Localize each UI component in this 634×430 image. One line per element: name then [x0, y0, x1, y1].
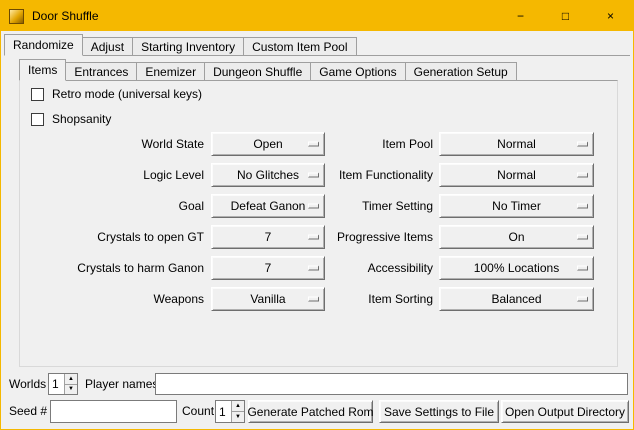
goal-dropdown[interactable]: Defeat Ganon	[211, 194, 325, 218]
minimize-button[interactable]: −	[498, 1, 543, 31]
item-sorting-dropdown[interactable]: Balanced	[439, 287, 594, 311]
count-spinner[interactable]: ▲ ▼	[215, 400, 245, 423]
accessibility-label: Accessibility	[319, 256, 433, 280]
generate-patched-rom-button[interactable]: Generate Patched Rom	[248, 400, 373, 423]
count-spin-up-button[interactable]: ▲	[231, 401, 244, 411]
dropdown-value: Normal	[497, 168, 536, 182]
worlds-spin-up-button[interactable]: ▲	[64, 374, 77, 384]
crystals-gt-dropdown[interactable]: 7	[211, 225, 325, 249]
checkbox-icon	[31, 113, 44, 126]
app-icon	[9, 9, 24, 24]
dropdown-indicator-icon	[308, 297, 319, 302]
dropdown-indicator-icon	[577, 204, 588, 209]
tab-game-options[interactable]: Game Options	[310, 62, 405, 81]
crystals-ganon-dropdown[interactable]: 7	[211, 256, 325, 280]
dropdown-indicator-icon	[577, 142, 588, 147]
player-names-input[interactable]	[155, 373, 628, 395]
checkbox-retro-mode-label: Retro mode (universal keys)	[52, 87, 202, 101]
window-title: Door Shuffle	[32, 9, 99, 23]
item-pool-label: Item Pool	[319, 132, 433, 156]
item-pool-dropdown[interactable]: Normal	[439, 132, 594, 156]
inner-tab-bar: Items Entrances Enemizer Dungeon Shuffle…	[19, 59, 516, 81]
dropdown-value: No Timer	[492, 199, 541, 213]
close-button[interactable]: ×	[588, 1, 633, 31]
progressive-items-dropdown[interactable]: On	[439, 225, 594, 249]
titlebar: Door Shuffle − □ ×	[1, 1, 633, 31]
tab-adjust[interactable]: Adjust	[82, 37, 133, 56]
dropdown-indicator-icon	[577, 266, 588, 271]
maximize-button[interactable]: □	[543, 1, 588, 31]
worlds-spin-down-button[interactable]: ▼	[64, 384, 77, 395]
dropdown-value: No Glitches	[237, 168, 299, 182]
dropdown-value: On	[508, 230, 524, 244]
dropdown-indicator-icon	[308, 235, 319, 240]
crystals-ganon-label: Crystals to harm Ganon	[29, 256, 204, 280]
dropdown-value: Balanced	[491, 292, 541, 306]
checkbox-icon	[31, 88, 44, 101]
dropdown-indicator-icon	[577, 297, 588, 302]
world-state-label: World State	[29, 132, 204, 156]
dropdown-indicator-icon	[308, 142, 319, 147]
tab-randomize[interactable]: Randomize	[4, 34, 83, 56]
dropdown-value: Vanilla	[250, 292, 285, 306]
count-spin-down-button[interactable]: ▼	[231, 411, 244, 422]
goal-label: Goal	[29, 194, 204, 218]
open-output-directory-button[interactable]: Open Output Directory	[501, 400, 629, 423]
save-settings-button[interactable]: Save Settings to File	[379, 400, 499, 423]
weapons-label: Weapons	[29, 287, 204, 311]
dropdown-value: 100% Locations	[474, 261, 559, 275]
logic-level-dropdown[interactable]: No Glitches	[211, 163, 325, 187]
count-label: Count	[182, 400, 214, 423]
logic-level-label: Logic Level	[29, 163, 204, 187]
player-names-label: Player names	[85, 373, 158, 395]
item-functionality-label: Item Functionality	[319, 163, 433, 187]
dropdown-indicator-icon	[577, 173, 588, 178]
crystals-gt-label: Crystals to open GT	[29, 225, 204, 249]
tab-enemizer[interactable]: Enemizer	[136, 62, 205, 81]
progressive-items-label: Progressive Items	[319, 225, 433, 249]
tab-starting-inventory[interactable]: Starting Inventory	[132, 37, 244, 56]
dropdown-indicator-icon	[308, 204, 319, 209]
worlds-label: Worlds	[9, 373, 46, 395]
dropdown-indicator-icon	[308, 173, 319, 178]
worlds-spinner[interactable]: ▲ ▼	[48, 373, 78, 395]
seed-label: Seed #	[9, 400, 47, 423]
seed-input[interactable]	[50, 400, 177, 423]
worlds-input[interactable]	[50, 375, 65, 393]
dropdown-value: 7	[265, 261, 272, 275]
checkbox-shopsanity[interactable]: Shopsanity	[31, 111, 111, 127]
dropdown-indicator-icon	[308, 266, 319, 271]
worlds-spin-arrows: ▲ ▼	[64, 374, 77, 394]
item-functionality-dropdown[interactable]: Normal	[439, 163, 594, 187]
accessibility-dropdown[interactable]: 100% Locations	[439, 256, 594, 280]
tab-entrances[interactable]: Entrances	[65, 62, 137, 81]
count-spin-arrows: ▲ ▼	[231, 401, 244, 422]
tab-custom-item-pool[interactable]: Custom Item Pool	[243, 37, 356, 56]
tab-items[interactable]: Items	[19, 59, 66, 81]
dropdown-value: Normal	[497, 137, 536, 151]
tab-generation-setup[interactable]: Generation Setup	[405, 62, 517, 81]
outer-tab-bar: Randomize Adjust Starting Inventory Cust…	[4, 34, 356, 56]
item-sorting-label: Item Sorting	[319, 287, 433, 311]
tab-dungeon-shuffle[interactable]: Dungeon Shuffle	[204, 62, 311, 81]
timer-setting-label: Timer Setting	[319, 194, 433, 218]
dropdown-value: Defeat Ganon	[231, 199, 306, 213]
timer-setting-dropdown[interactable]: No Timer	[439, 194, 594, 218]
dropdown-value: 7	[265, 230, 272, 244]
dropdown-value: Open	[253, 137, 282, 151]
world-state-dropdown[interactable]: Open	[211, 132, 325, 156]
checkbox-retro-mode[interactable]: Retro mode (universal keys)	[31, 86, 202, 102]
window: Door Shuffle − □ × Randomize Adjust Star…	[0, 0, 634, 430]
caption-buttons: − □ ×	[498, 1, 633, 31]
weapons-dropdown[interactable]: Vanilla	[211, 287, 325, 311]
dropdown-indicator-icon	[577, 235, 588, 240]
checkbox-shopsanity-label: Shopsanity	[52, 112, 111, 126]
count-input[interactable]	[217, 402, 232, 421]
